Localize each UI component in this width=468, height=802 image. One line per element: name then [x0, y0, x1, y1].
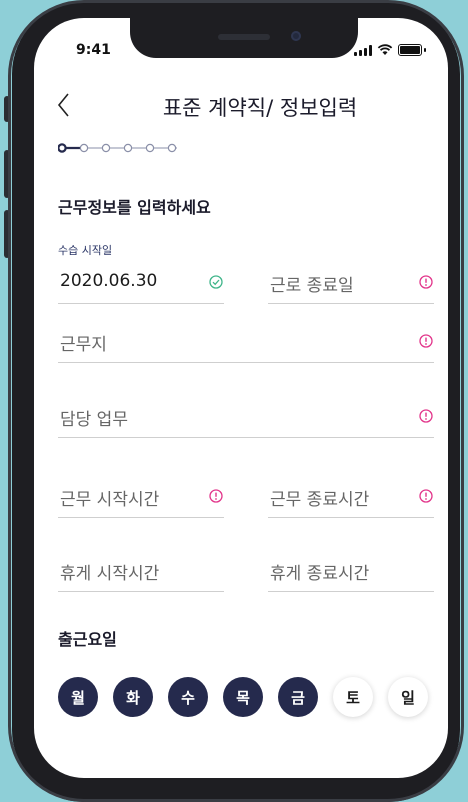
step-dot	[145, 143, 155, 153]
page-title: 표준 계약직/ 정보입력	[162, 96, 358, 120]
day-toggle-sun[interactable]: 일	[388, 677, 428, 717]
work-end-field[interactable]: 근무 종료시간	[268, 478, 434, 518]
work-end-placeholder: 근무 종료시간	[270, 490, 370, 510]
alert-circle-icon	[419, 489, 433, 503]
end-date-underline	[268, 303, 434, 304]
day-toggle-mon[interactable]: 월	[58, 677, 98, 717]
battery-cap	[424, 48, 426, 52]
app-screen: 9:41 표준 계약직/ 정보입력 근무정보를 입력하세요 수습 시작일 202…	[34, 18, 448, 778]
battery-icon	[398, 44, 422, 56]
signal-icon	[354, 44, 372, 56]
break-start-placeholder: 휴게 시작시간	[60, 564, 160, 584]
workplace-underline	[58, 362, 434, 363]
alert-circle-icon	[419, 275, 433, 289]
alert-circle-icon	[419, 334, 433, 348]
app-header: 표준 계약직/ 정보입력	[34, 88, 448, 128]
wifi-icon	[377, 44, 393, 55]
work-end-underline	[268, 517, 434, 518]
phone-frame: 9:41 표준 계약직/ 정보입력 근무정보를 입력하세요 수습 시작일 202…	[0, 0, 468, 802]
step-dot	[79, 143, 89, 153]
break-end-underline	[268, 591, 434, 592]
start-date-value: 2020.06.30	[60, 271, 158, 291]
notch	[130, 18, 358, 58]
end-date-field[interactable]: 근로 종료일	[268, 264, 434, 304]
workday-selector: 월 화 수 목 금 토 일	[58, 677, 428, 717]
day-toggle-fri[interactable]: 금	[278, 677, 318, 717]
section-title: 근무정보를 입력하세요	[58, 198, 211, 217]
progress-stepper	[58, 143, 177, 153]
start-date-underline	[58, 303, 224, 304]
alert-circle-icon	[419, 409, 433, 423]
work-start-placeholder: 근무 시작시간	[60, 490, 160, 510]
speaker-grille	[218, 34, 270, 40]
start-date-label: 수습 시작일	[58, 244, 113, 257]
break-start-field[interactable]: 휴게 시작시간	[58, 552, 224, 592]
step-dot-active	[58, 143, 67, 153]
alert-circle-icon	[209, 489, 223, 503]
front-camera	[291, 31, 301, 41]
check-circle-icon	[209, 275, 223, 289]
duty-placeholder: 담당 업무	[60, 410, 128, 430]
duty-field[interactable]: 담당 업무	[58, 398, 434, 438]
work-start-field[interactable]: 근무 시작시간	[58, 478, 224, 518]
status-time: 9:41	[76, 42, 111, 58]
day-toggle-tue[interactable]: 화	[113, 677, 153, 717]
start-date-field[interactable]: 수습 시작일 2020.06.30	[58, 244, 224, 304]
day-toggle-sat[interactable]: 토	[333, 677, 373, 717]
step-dot	[123, 143, 133, 153]
end-date-placeholder: 근로 종료일	[270, 276, 354, 296]
day-toggle-wed[interactable]: 수	[168, 677, 208, 717]
break-end-field[interactable]: 휴게 종료시간	[268, 552, 434, 592]
workplace-placeholder: 근무지	[60, 335, 107, 355]
workdays-title: 출근요일	[58, 630, 117, 649]
work-start-underline	[58, 517, 224, 518]
break-end-placeholder: 휴게 종료시간	[270, 564, 370, 584]
status-icons	[354, 44, 426, 56]
duty-underline	[58, 437, 434, 438]
workplace-field[interactable]: 근무지	[58, 323, 434, 363]
step-dot	[101, 143, 111, 153]
step-dot	[167, 143, 177, 153]
day-toggle-thu[interactable]: 목	[223, 677, 263, 717]
break-start-underline	[58, 591, 224, 592]
